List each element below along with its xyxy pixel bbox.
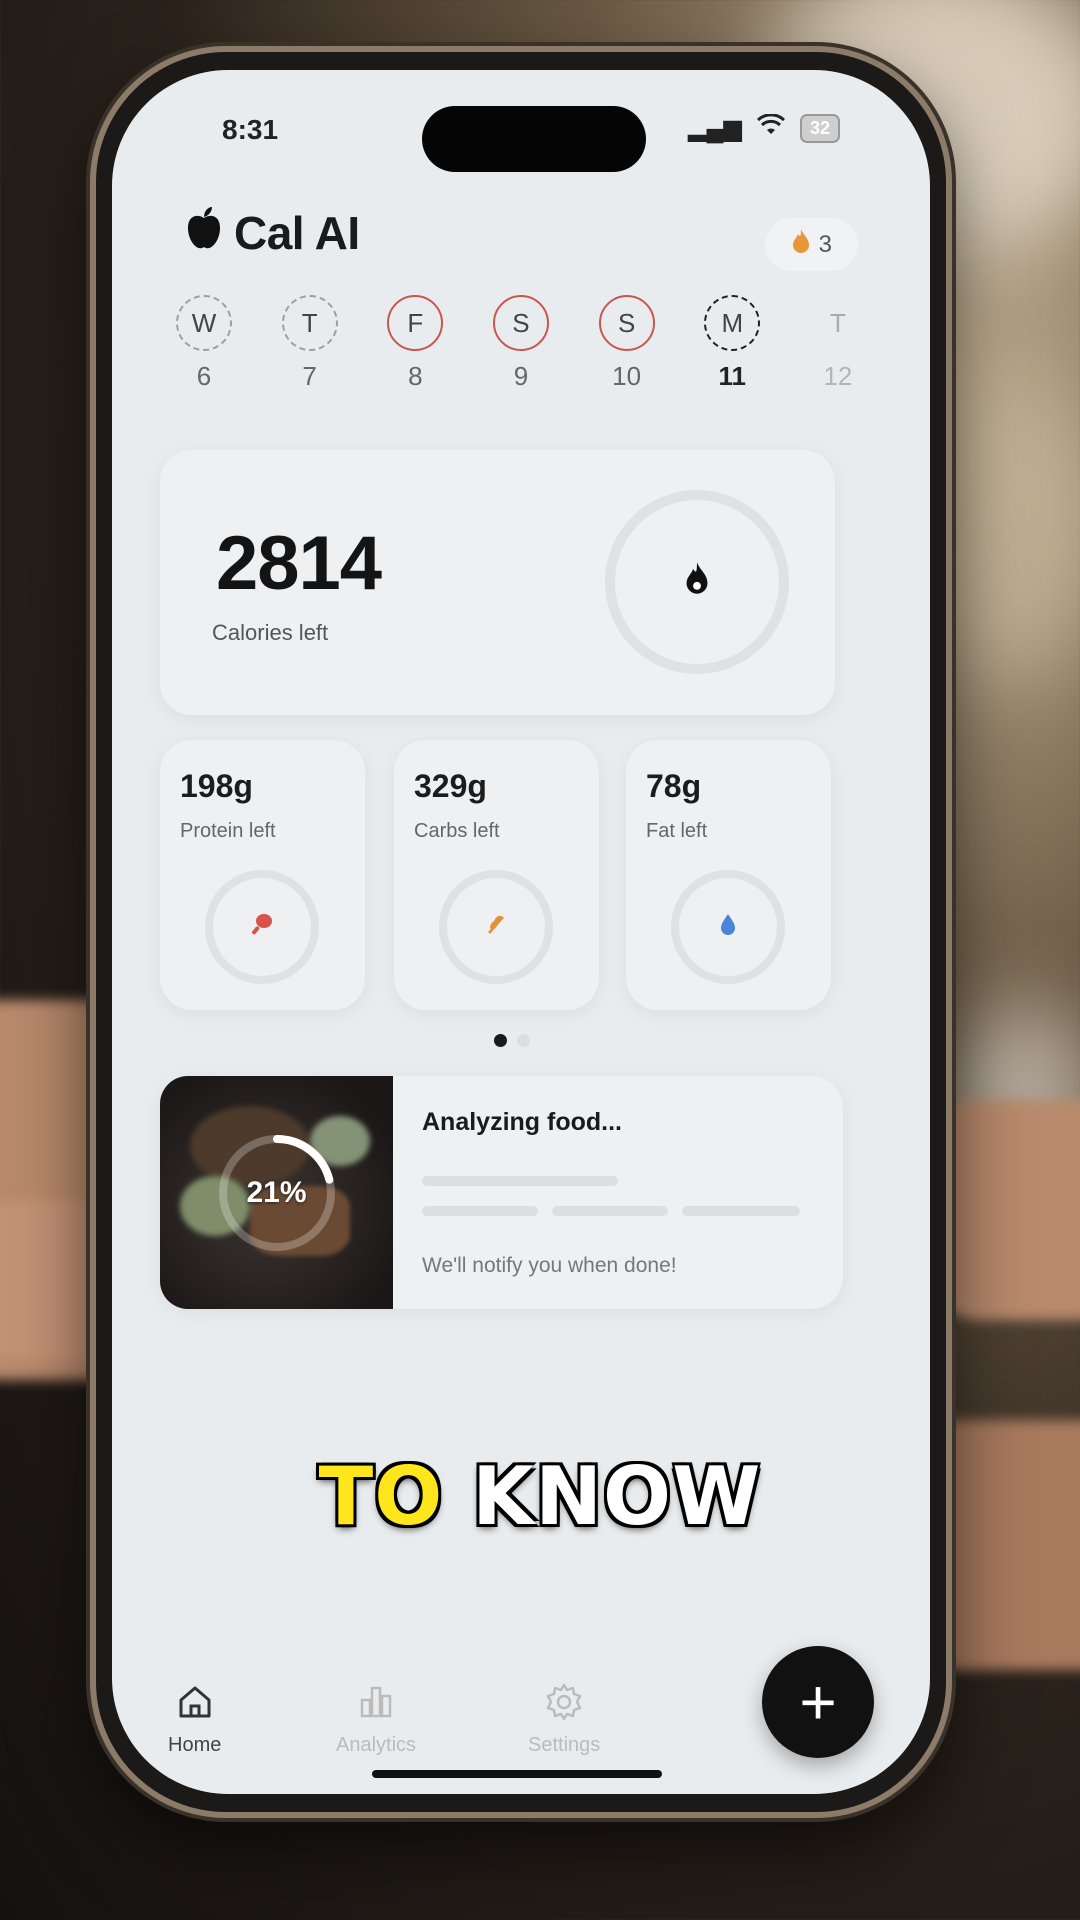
apple-logo-icon: [184, 206, 224, 260]
flame-icon: [683, 561, 711, 603]
macro-card[interactable]: 78g Fat left: [626, 740, 831, 1010]
page-dot[interactable]: [494, 1034, 507, 1047]
macro-ring: [205, 870, 319, 984]
tab-analytics[interactable]: Analytics: [336, 1680, 416, 1757]
analyzing-title: Analyzing food...: [422, 1108, 622, 1136]
signal-icon: ▂▄▆: [688, 115, 742, 142]
tab-home-label: Home: [168, 1734, 222, 1756]
wifi-icon: [756, 113, 786, 143]
droplet-icon: [715, 911, 741, 943]
day-item[interactable]: M 11: [696, 295, 768, 392]
day-number: 9: [513, 361, 529, 391]
day-letter: M: [704, 295, 761, 351]
macro-label: Protein left: [180, 820, 276, 842]
calories-ring: [605, 490, 789, 674]
tab-analytics-label: Analytics: [336, 1734, 417, 1756]
skeleton-bar: [552, 1206, 668, 1216]
macro-label: Fat left: [646, 820, 708, 842]
day-item[interactable]: S9: [485, 295, 557, 392]
page-indicator[interactable]: [494, 1034, 530, 1047]
day-item[interactable]: T7: [274, 295, 346, 392]
page-dot[interactable]: [517, 1034, 530, 1047]
day-letter: S: [598, 295, 655, 351]
app-header: Cal AI: [184, 206, 360, 260]
macro-card[interactable]: 329g Carbs left: [394, 740, 599, 1010]
status-time: 8:31: [222, 114, 279, 145]
wheat-icon: [483, 911, 509, 943]
skeleton-bar: [422, 1206, 538, 1216]
macro-ring: [439, 870, 553, 984]
flame-icon: [791, 228, 811, 261]
status-icons: ▂▄▆ 32: [688, 113, 840, 143]
macro-ring: [671, 870, 785, 984]
calories-label: Calories left: [212, 620, 329, 645]
day-letter: T: [829, 307, 846, 338]
day-letter: T: [281, 295, 338, 351]
day-number: 10: [612, 361, 642, 391]
food-thumbnail: 21%: [160, 1076, 393, 1309]
gear-icon: [546, 1683, 582, 1721]
day-number: 6: [196, 361, 212, 391]
video-caption: TO KNOW: [0, 1450, 1080, 1543]
home-indicator[interactable]: [372, 1770, 662, 1778]
add-button[interactable]: +: [762, 1646, 874, 1758]
bar-chart-icon: [360, 1686, 392, 1718]
day-letter: W: [176, 295, 232, 351]
day-item[interactable]: T 12: [802, 295, 874, 392]
day-number: 8: [408, 361, 423, 391]
macro-card[interactable]: 198g Protein left: [160, 740, 365, 1010]
day-letter: F: [387, 295, 444, 351]
caption-word-white: KNOW: [472, 1450, 762, 1543]
day-letter: S: [492, 295, 549, 351]
drumstick-icon: [249, 911, 275, 943]
home-icon: [179, 1686, 211, 1718]
day-number: 12: [823, 361, 853, 391]
phone-frame: 8:31 ▂▄▆ 32 Cal AI 3 W 6 T 7 F 8 S 9 S 10 M 11 T 12 2…: [96, 52, 946, 1812]
macro-label: Carbs left: [414, 820, 500, 842]
day-item[interactable]: W6: [168, 295, 240, 392]
day-number: 11: [718, 361, 747, 391]
tab-settings[interactable]: Settings: [528, 1680, 600, 1757]
macro-value: 198g: [180, 768, 253, 804]
day-item[interactable]: F8: [379, 295, 451, 392]
macro-value: 78g: [646, 768, 702, 804]
week-strip: W 6 T 7 F 8 S 9 S 10 M 11 T 12: [168, 295, 874, 392]
calories-value: 2814: [216, 521, 382, 606]
tab-home[interactable]: Home: [168, 1680, 221, 1757]
progress-percent: 21%: [246, 1175, 307, 1209]
tab-settings-label: Settings: [528, 1734, 601, 1756]
dynamic-island: [422, 106, 646, 172]
skeleton-bar: [422, 1176, 618, 1186]
analyzing-card[interactable]: 21% Analyzing food... We'll notify you w…: [160, 1076, 843, 1309]
calories-card[interactable]: 2814 Calories left: [160, 450, 835, 715]
caption-word-yellow: TO: [318, 1450, 444, 1543]
streak-badge[interactable]: 3: [764, 218, 858, 271]
tab-bar: Home Analytics Settings +: [112, 1610, 930, 1780]
app-title: Cal AI: [234, 207, 360, 259]
skeleton-bar: [682, 1206, 800, 1216]
day-number: 7: [302, 361, 317, 391]
streak-count: 3: [818, 230, 832, 258]
macro-value: 329g: [414, 768, 487, 804]
battery-icon: 32: [799, 114, 840, 143]
day-item[interactable]: S 10: [591, 295, 663, 392]
analyzing-note: We'll notify you when done!: [422, 1254, 677, 1277]
